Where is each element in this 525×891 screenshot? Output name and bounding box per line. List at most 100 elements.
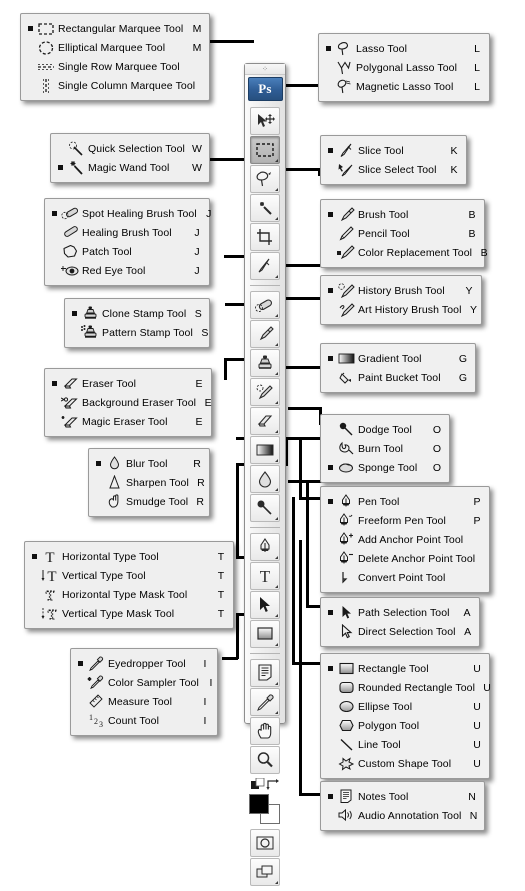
flyout-panel-eyedropper[interactable]: Eyedropper Tool I Color Sampler Tool I M… (70, 648, 218, 736)
flyout-panel-slice[interactable]: Slice Tool K Slice Select Tool K (320, 135, 467, 185)
menu-item[interactable]: Freeform Pen Tool P (321, 511, 489, 530)
flyout-panel-magic-wand[interactable]: Quick Selection Tool W Magic Wand Tool W (50, 133, 210, 183)
menu-item[interactable]: Dodge Tool O (321, 420, 449, 439)
menu-item[interactable]: Quick Selection Tool W (51, 139, 209, 158)
menu-item[interactable]: Magnetic Lasso Tool L (319, 77, 489, 96)
menu-item[interactable]: Eyedropper Tool I (71, 654, 217, 673)
menu-item[interactable]: T Vertical Type Tool T (25, 566, 233, 585)
menu-item[interactable]: T Horizontal Type Mask Tool T (25, 585, 233, 604)
menu-item[interactable]: Slice Tool K (321, 141, 466, 160)
tool-button-blur[interactable] (250, 465, 280, 493)
menu-item[interactable]: Art History Brush Tool Y (321, 300, 481, 319)
tool-button-clone-stamp[interactable] (250, 349, 280, 377)
tool-button-spot-healing-brush[interactable] (250, 291, 280, 319)
flyout-panel-healing[interactable]: Spot Healing Brush Tool J Healing Brush … (44, 198, 211, 286)
flyout-panel-dodge[interactable]: Dodge Tool O Burn Tool O Sponge Tool O (320, 414, 450, 483)
menu-item[interactable]: T Vertical Type Mask Tool T (25, 604, 233, 623)
menu-item[interactable]: Burn Tool O (321, 439, 449, 458)
tool-button-history-brush[interactable] (250, 378, 280, 406)
tool-button-eyedropper[interactable] (250, 688, 280, 716)
flyout-panel-path-selection[interactable]: Path Selection Tool A Direct Selection T… (320, 597, 480, 647)
tool-button-magic-wand[interactable] (250, 194, 280, 222)
menu-item[interactable]: Clone Stamp Tool S (65, 304, 209, 323)
screen-mode-button[interactable] (250, 858, 280, 886)
flyout-panel-stamp[interactable]: Clone Stamp Tool S Pattern Stamp Tool S (64, 298, 210, 348)
tool-button-brush[interactable] (250, 320, 280, 348)
menu-item[interactable]: Magic Eraser Tool E (45, 412, 211, 431)
menu-item[interactable]: Add Anchor Point Tool (321, 530, 489, 549)
flyout-panel-history[interactable]: History Brush Tool Y Art History Brush T… (320, 275, 482, 325)
quick-mask-mode-button[interactable] (250, 829, 280, 857)
menu-item[interactable]: Pencil Tool B (321, 224, 484, 243)
menu-item[interactable]: Audio Annotation Tool N (321, 806, 484, 825)
menu-item[interactable]: Healing Brush Tool J (45, 223, 209, 242)
toolbox-grip[interactable]: ⁘ (245, 64, 285, 75)
tool-button-lasso[interactable] (250, 165, 280, 193)
flyout-panel-type[interactable]: T Horizontal Type Tool T T Vertical Type… (24, 541, 234, 629)
menu-item[interactable]: Direct Selection Tool A (321, 622, 479, 641)
tool-button-crop[interactable] (250, 223, 280, 251)
flyout-panel-shape[interactable]: Rectangle Tool U Rounded Rectangle Tool … (320, 653, 491, 779)
tool-button-rectangular-marquee[interactable] (250, 136, 280, 164)
menu-item[interactable]: Delete Anchor Point Tool (321, 549, 489, 568)
color-swatches[interactable] (249, 794, 281, 824)
menu-item[interactable]: Single Column Marquee Tool (21, 76, 209, 95)
menu-item[interactable]: Rounded Rectangle Tool U (321, 678, 491, 697)
menu-item[interactable]: Eraser Tool E (45, 374, 211, 393)
menu-item[interactable]: Red Eye Tool J (45, 261, 209, 280)
menu-item[interactable]: Slice Select Tool K (321, 160, 466, 179)
menu-item[interactable]: Paint Bucket Tool G (321, 368, 475, 387)
menu-item[interactable]: Smudge Tool R (89, 492, 209, 511)
menu-item[interactable]: Color Sampler Tool I (71, 673, 217, 692)
menu-item[interactable]: History Brush Tool Y (321, 281, 481, 300)
tool-button-rectangle[interactable] (250, 620, 280, 648)
menu-item[interactable]: Gradient Tool G (321, 349, 475, 368)
menu-item[interactable]: T Horizontal Type Tool T (25, 547, 233, 566)
foreground-color-swatch[interactable] (249, 794, 269, 814)
tool-button-horizontal-type[interactable]: T (250, 562, 280, 590)
flyout-panel-notes[interactable]: Notes Tool N Audio Annotation Tool N (320, 781, 485, 831)
menu-item[interactable]: Ellipse Tool U (321, 697, 489, 716)
menu-item[interactable]: Pen Tool P (321, 492, 489, 511)
menu-item[interactable]: Custom Shape Tool U (321, 754, 489, 773)
tool-button-gradient[interactable] (250, 436, 280, 464)
tool-button-eraser[interactable] (250, 407, 280, 435)
tool-button-slice[interactable] (250, 252, 280, 280)
flyout-panel-marquee[interactable]: Rectangular Marquee Tool M Elliptical Ma… (20, 13, 210, 101)
menu-item[interactable]: Sponge Tool O (321, 458, 449, 477)
menu-item[interactable]: Spot Healing Brush Tool J (45, 204, 211, 223)
menu-item[interactable]: Polygonal Lasso Tool L (319, 58, 489, 77)
photoshop-toolbox[interactable]: ⁘ Ps T (244, 63, 286, 886)
tool-button-pen[interactable] (250, 533, 280, 561)
menu-item[interactable]: Magic Wand Tool W (51, 158, 209, 177)
flyout-panel-eraser[interactable]: Eraser Tool E Background Eraser Tool E M… (44, 368, 212, 437)
menu-item[interactable]: Sharpen Tool R (89, 473, 209, 492)
tool-button-path-selection[interactable] (250, 591, 280, 619)
menu-item[interactable]: Blur Tool R (89, 454, 209, 473)
menu-item[interactable]: Polygon Tool U (321, 716, 489, 735)
menu-item[interactable]: Measure Tool I (71, 692, 217, 711)
menu-item[interactable]: Convert Point Tool (321, 568, 489, 587)
tool-button-move[interactable] (250, 107, 280, 135)
menu-item[interactable]: Color Replacement Tool B (321, 243, 488, 262)
menu-item[interactable]: Rectangle Tool U (321, 659, 489, 678)
flyout-panel-gradient[interactable]: Gradient Tool G Paint Bucket Tool G (320, 343, 476, 393)
flyout-panel-pen[interactable]: Pen Tool P Freeform Pen Tool P Add Ancho… (320, 486, 490, 593)
menu-item[interactable]: Brush Tool B (321, 205, 484, 224)
flyout-panel-brush[interactable]: Brush Tool B Pencil Tool B Color Replace… (320, 199, 488, 268)
flyout-panel-lasso[interactable]: Lasso Tool L Polygonal Lasso Tool L Magn… (318, 33, 490, 102)
menu-item[interactable]: Rectangular Marquee Tool M (21, 19, 209, 38)
menu-item[interactable]: Lasso Tool L (319, 39, 489, 58)
tool-button-zoom[interactable] (250, 746, 280, 774)
menu-item[interactable]: 123 Count Tool I (71, 711, 217, 730)
menu-item[interactable]: Line Tool U (321, 735, 489, 754)
tool-button-dodge[interactable] (250, 494, 280, 522)
flyout-panel-blur[interactable]: Blur Tool R Sharpen Tool R Smudge Tool R (88, 448, 210, 517)
tool-button-notes[interactable] (250, 659, 280, 687)
menu-item[interactable]: Path Selection Tool A (321, 603, 479, 622)
menu-item[interactable]: Pattern Stamp Tool S (65, 323, 209, 342)
menu-item[interactable]: Patch Tool J (45, 242, 209, 261)
menu-item[interactable]: Notes Tool N (321, 787, 484, 806)
tool-button-hand[interactable] (250, 717, 280, 745)
menu-item[interactable]: Background Eraser Tool E (45, 393, 212, 412)
